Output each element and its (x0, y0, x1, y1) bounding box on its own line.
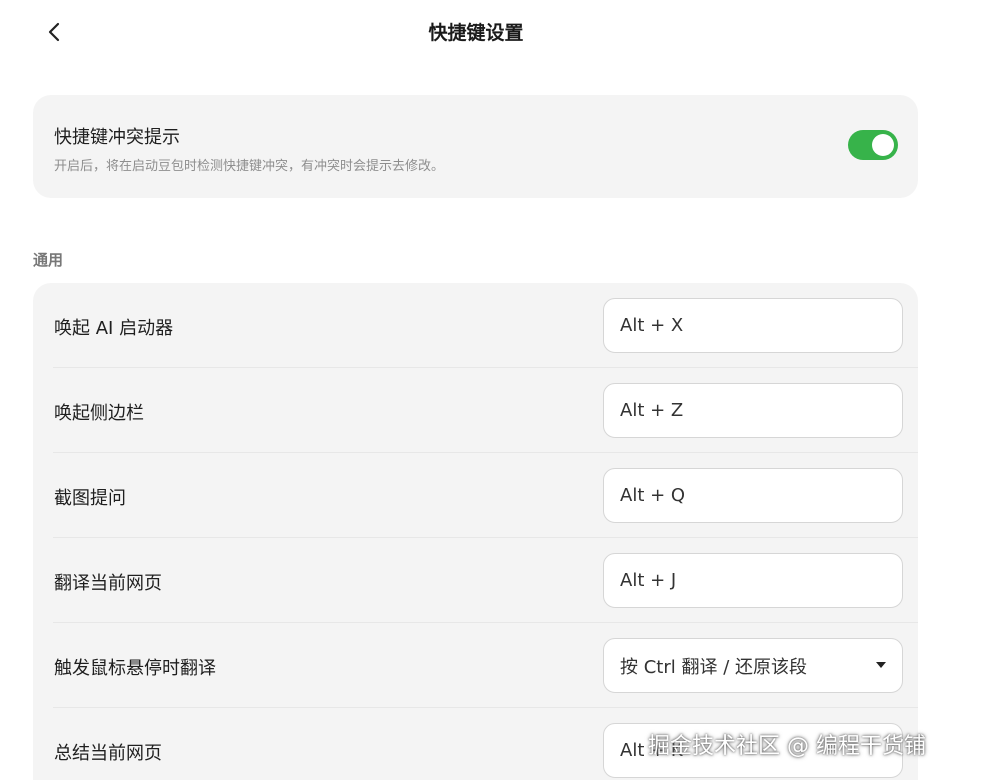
shortcut-key-field[interactable]: Alt + Z (603, 383, 903, 438)
header: 快捷键设置 (0, 0, 981, 62)
shortcut-row-ai-launcher: 唤起 AI 启动器 Alt + X (33, 283, 918, 368)
caret-down-icon (876, 662, 886, 668)
shortcut-label: 截图提问 (54, 488, 126, 509)
toggle-knob (872, 134, 894, 156)
shortcut-label: 触发鼠标悬停时翻译 (54, 658, 216, 679)
shortcut-row-sidebar: 唤起侧边栏 Alt + Z (33, 368, 918, 453)
watermark: 掘金技术社区 @ 编程干货铺 (648, 734, 926, 759)
shortcut-row-hover-translate: 触发鼠标悬停时翻译 按 Ctrl 翻译 / 还原该段 (33, 623, 918, 708)
general-shortcuts-card: 唤起 AI 启动器 Alt + X 唤起侧边栏 Alt + Z 截图提问 Alt… (33, 283, 918, 780)
shortcut-label: 翻译当前网页 (54, 573, 162, 594)
conflict-alert-card: 快捷键冲突提示 开启后，将在启动豆包时检测快捷键冲突，有冲突时会提示去修改。 (33, 95, 918, 198)
conflict-alert-description: 开启后，将在启动豆包时检测快捷键冲突，有冲突时会提示去修改。 (54, 159, 445, 174)
shortcut-key-field[interactable]: Alt + Q (603, 468, 903, 523)
section-label-general: 通用 (33, 251, 64, 269)
hover-translate-select[interactable]: 按 Ctrl 翻译 / 还原该段 (603, 638, 903, 693)
conflict-alert-toggle[interactable] (848, 130, 898, 160)
shortcut-key-field[interactable]: Alt + J (603, 553, 903, 608)
shortcut-key-field[interactable]: Alt + X (603, 298, 903, 353)
shortcut-label: 总结当前网页 (54, 743, 162, 764)
select-value: 按 Ctrl 翻译 / 还原该段 (620, 656, 807, 678)
page-title: 快捷键设置 (428, 22, 524, 44)
shortcut-row-translate-page: 翻译当前网页 Alt + J (33, 538, 918, 623)
shortcut-label: 唤起侧边栏 (54, 403, 144, 424)
shortcut-label: 唤起 AI 启动器 (54, 318, 174, 339)
shortcut-settings-page: 快捷键设置 快捷键冲突提示 开启后，将在启动豆包时检测快捷键冲突，有冲突时会提示… (0, 0, 981, 780)
conflict-alert-title: 快捷键冲突提示 (54, 127, 180, 148)
shortcut-row-screenshot-ask: 截图提问 Alt + Q (33, 453, 918, 538)
